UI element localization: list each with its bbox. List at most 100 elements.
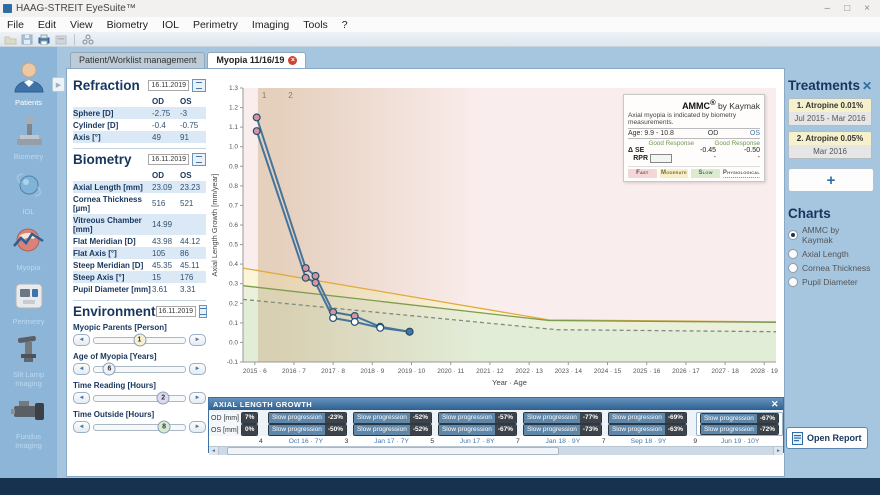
slider-thumb[interactable]: 6 bbox=[103, 363, 116, 376]
refraction-menu-button[interactable] bbox=[192, 79, 206, 92]
slider-decrement-button[interactable]: ◄ bbox=[73, 392, 90, 404]
close-button[interactable]: × bbox=[864, 3, 870, 14]
slider-track[interactable]: 6 bbox=[93, 366, 186, 373]
column-header-os: OS bbox=[180, 96, 206, 107]
minimize-button[interactable]: – bbox=[825, 3, 831, 14]
maximize-button[interactable]: □ bbox=[844, 3, 850, 14]
tab-myopia[interactable]: Myopia 11/16/19× bbox=[207, 52, 306, 68]
menu-item-iol[interactable]: IOL bbox=[155, 19, 186, 31]
chart-option-axial-length[interactable]: Axial Length bbox=[788, 249, 872, 259]
growth-panel-title: AXIAL LENGTH GROWTH bbox=[213, 400, 312, 409]
slider-thumb[interactable]: 2 bbox=[157, 392, 170, 405]
badge-label: Slow progression bbox=[524, 413, 580, 423]
tab-patient-worklist[interactable]: Patient/Worklist management bbox=[70, 52, 205, 68]
menu-item-q[interactable]: ? bbox=[335, 19, 355, 31]
ammc-rpr-label: RPR bbox=[628, 154, 672, 163]
network-icon[interactable] bbox=[82, 34, 95, 45]
svg-text:1.0: 1.0 bbox=[229, 144, 238, 151]
ammc-col-os: OS bbox=[730, 130, 760, 137]
slider-label: Time Reading [Hours] bbox=[73, 381, 206, 390]
environment-menu-button[interactable] bbox=[199, 305, 207, 318]
slider-increment-button[interactable]: ► bbox=[189, 363, 206, 375]
slider-increment-button[interactable]: ► bbox=[189, 421, 206, 433]
growth-date: 9Jun 19 · 10Y bbox=[697, 438, 783, 445]
menu-item-edit[interactable]: Edit bbox=[31, 19, 63, 31]
tab-close-icon[interactable]: × bbox=[288, 56, 297, 65]
chart-option-cornea-thickness[interactable]: Cornea Thickness bbox=[788, 263, 872, 273]
slider-increment-button[interactable]: ► bbox=[189, 392, 206, 404]
radio-icon[interactable] bbox=[788, 263, 798, 273]
table-row: Sphere [D]-2.75-3 bbox=[73, 107, 206, 119]
growth-scrollbar[interactable]: ◄ ► bbox=[209, 446, 783, 455]
chart-option-pupil-diameter[interactable]: Pupil Diameter bbox=[788, 277, 872, 287]
svg-text:2: 2 bbox=[288, 91, 293, 100]
svg-text:2027 · 18: 2027 · 18 bbox=[711, 368, 739, 375]
sidebar-item-fundus[interactable]: Fundus Imaging bbox=[0, 397, 57, 450]
radio-icon[interactable] bbox=[788, 277, 798, 287]
refraction-date[interactable]: 16.11.2019 bbox=[148, 80, 189, 91]
slider-decrement-button[interactable]: ◄ bbox=[73, 363, 90, 375]
growth-column[interactable]: Slow progression-23%Slow progression-50% bbox=[265, 412, 350, 436]
sidebar-expand-icon[interactable]: ▶ bbox=[52, 77, 65, 92]
open-icon bbox=[4, 34, 17, 45]
sidebar-item-iol[interactable]: IOL bbox=[0, 170, 57, 217]
sidebar-item-patients[interactable]: Patients bbox=[0, 61, 57, 108]
treatment-card-2[interactable]: 2. Atropine 0.05%Mar 2016 bbox=[788, 131, 872, 159]
radio-icon[interactable] bbox=[788, 230, 798, 240]
add-treatment-button[interactable]: + bbox=[788, 168, 874, 192]
slider-decrement-button[interactable]: ◄ bbox=[73, 421, 90, 433]
svg-text:0.3: 0.3 bbox=[229, 281, 238, 288]
slider-increment-button[interactable]: ► bbox=[189, 334, 206, 346]
rpr-info-icon[interactable] bbox=[650, 154, 672, 163]
open-report-button[interactable]: Open Report bbox=[786, 427, 868, 449]
growth-column[interactable]: Slow progression-69%Slow progression-63% bbox=[605, 412, 690, 436]
sidebar-item-perimetry[interactable]: Perimetry bbox=[0, 282, 57, 327]
sidebar: Patients Biometry IOL Myopia Perimetry Slit L… bbox=[0, 47, 57, 478]
chart-option-ammc-by-kaymak[interactable]: AMMC by Kaymak bbox=[788, 225, 872, 245]
biometry-menu-button[interactable] bbox=[192, 153, 206, 166]
treatment-card-1[interactable]: 1. Atropine 0.01%Jul 2015 - Mar 2016 bbox=[788, 98, 872, 126]
slider-decrement-button[interactable]: ◄ bbox=[73, 334, 90, 346]
slider-track[interactable]: 2 bbox=[93, 395, 186, 402]
menu-item-file[interactable]: File bbox=[0, 19, 31, 31]
badge-percent: -52% bbox=[410, 413, 431, 423]
scroll-left-icon[interactable]: ◄ bbox=[209, 447, 219, 455]
growth-column[interactable]: Slow progression-77%Slow progression-73% bbox=[520, 412, 605, 436]
biometry-date[interactable]: 16.11.2019 bbox=[148, 154, 189, 165]
progression-badge: Slow progression-72% bbox=[700, 424, 779, 435]
ammc-brand: AMMC® by Kaymak bbox=[628, 98, 760, 111]
slider-track[interactable]: 8 bbox=[93, 424, 186, 431]
treatment-period: Mar 2016 bbox=[789, 145, 871, 158]
environment-date[interactable]: 16.11.2019 bbox=[156, 306, 197, 317]
slider-thumb[interactable]: 1 bbox=[133, 334, 146, 347]
radio-icon[interactable] bbox=[788, 249, 798, 259]
slider-track[interactable]: 1 bbox=[93, 337, 186, 344]
sidebar-item-biometry[interactable]: Biometry bbox=[0, 117, 57, 162]
slider-thumb[interactable]: 8 bbox=[158, 421, 171, 434]
menu-item-perimetry[interactable]: Perimetry bbox=[186, 19, 245, 31]
scroll-right-icon[interactable]: ► bbox=[773, 447, 783, 455]
scroll-thumb[interactable] bbox=[227, 447, 559, 455]
save-icon bbox=[21, 34, 33, 45]
svg-text:2024 · 15: 2024 · 15 bbox=[594, 368, 622, 375]
menu-item-tools[interactable]: Tools bbox=[296, 19, 335, 31]
growth-column[interactable]: Slow progression-57%Slow progression-67% bbox=[435, 412, 520, 436]
growth-column[interactable]: Slow progression-67%Slow progression-72% bbox=[696, 412, 783, 436]
menu-item-biometry[interactable]: Biometry bbox=[100, 19, 155, 31]
progression-badge: Slow progression-52% bbox=[353, 412, 432, 424]
environment-panel: Environment 16.11.2019 Myopic Parents [P… bbox=[73, 304, 206, 433]
print-icon[interactable] bbox=[37, 34, 51, 45]
sidebar-item-myopia[interactable]: Myopia bbox=[0, 226, 57, 273]
content-panel: Refraction 16.11.2019 ODOSSphere [D]-2.7… bbox=[66, 68, 785, 477]
growth-panel-close-icon[interactable]: ✕ bbox=[771, 399, 779, 410]
growth-date: 7Jan 18 · 9Y bbox=[520, 438, 606, 445]
sidebar-item-slit[interactable]: Slit Lamp Imaging bbox=[0, 335, 57, 388]
treatments-close-icon[interactable]: ✕ bbox=[862, 79, 872, 93]
chart-option-label: AMMC by Kaymak bbox=[802, 225, 872, 245]
menu-item-view[interactable]: View bbox=[63, 19, 100, 31]
svg-text:2022 · 13: 2022 · 13 bbox=[515, 368, 543, 375]
window-title: HAAG-STREIT EyeSuite™ bbox=[16, 3, 136, 14]
growth-column[interactable]: Slow progression-52%Slow progression-52% bbox=[350, 412, 435, 436]
badge-percent: -63% bbox=[665, 425, 686, 435]
menu-item-imaging[interactable]: Imaging bbox=[245, 19, 296, 31]
